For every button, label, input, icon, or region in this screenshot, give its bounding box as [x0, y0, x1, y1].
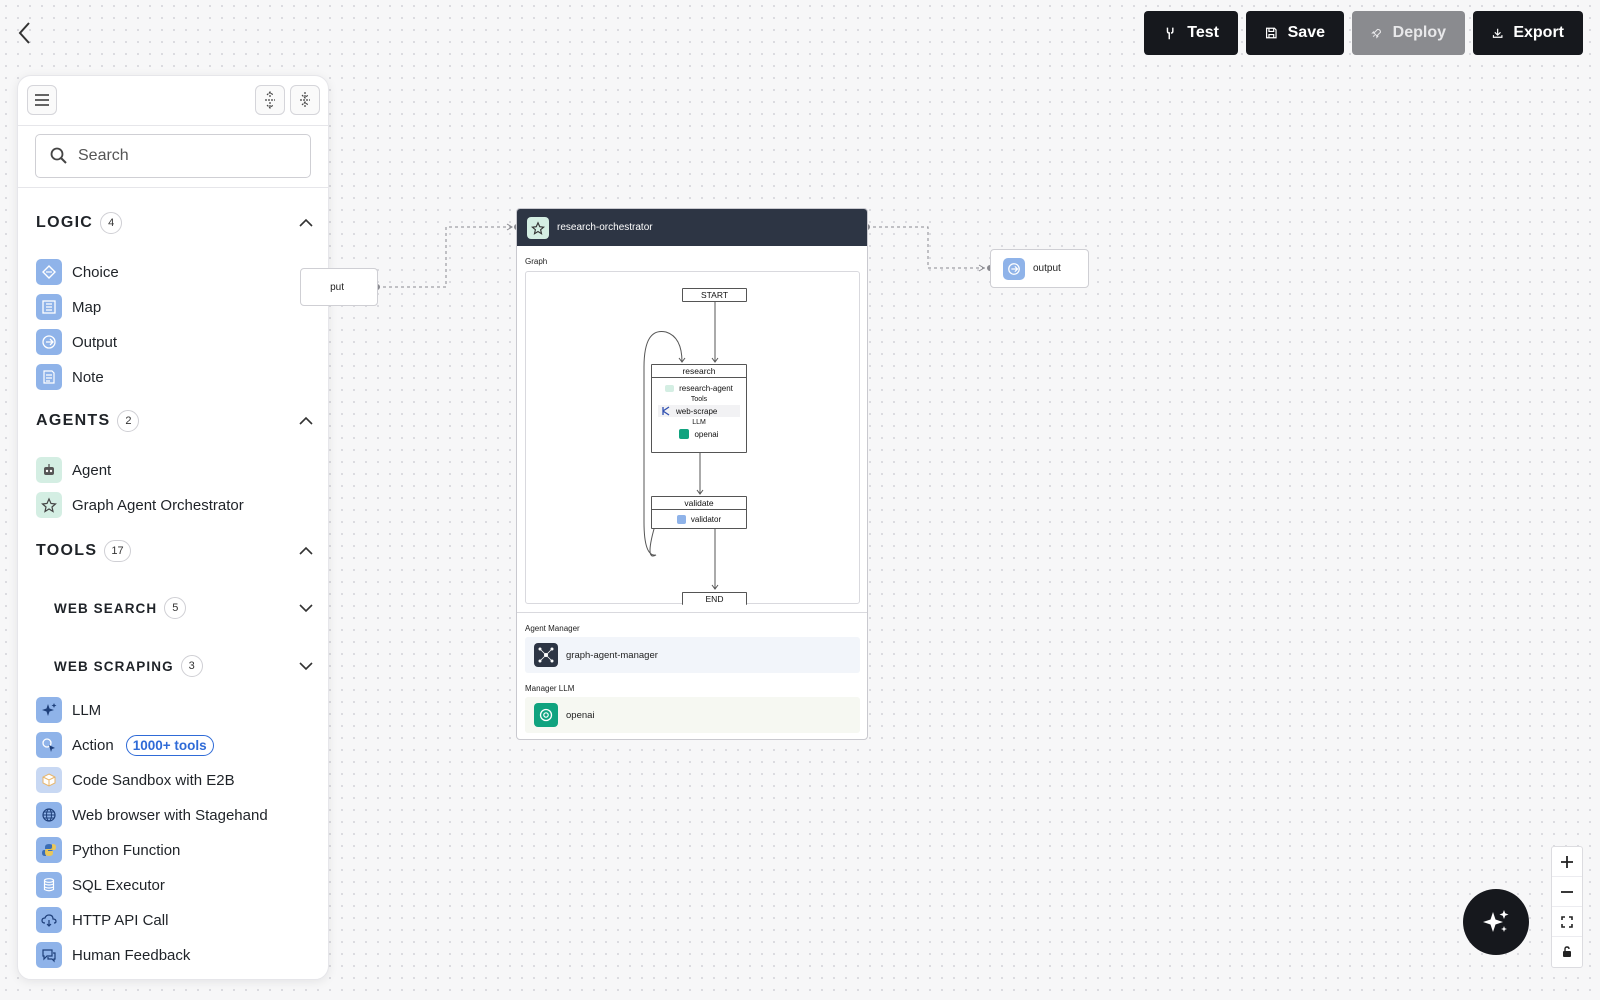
zoom-in-button[interactable]: [1552, 847, 1582, 877]
input-node[interactable]: put: [300, 268, 378, 306]
sparkle-icon: [1483, 910, 1509, 932]
python-icon: [676, 514, 686, 524]
orchestrator-node[interactable]: research-orchestrator Graph START resear…: [516, 208, 868, 740]
output-node[interactable]: output: [990, 249, 1089, 288]
lock-button[interactable]: [1552, 937, 1582, 967]
graph-node-research-title: research: [652, 365, 746, 378]
minus-icon: [1561, 890, 1573, 893]
graph-row-agent: research-agent: [652, 382, 746, 394]
graph-end-label: END: [705, 594, 724, 604]
graph-row-llm: openai: [652, 428, 746, 440]
graph-validate-agent: validator: [690, 514, 722, 524]
zoom-out-button[interactable]: [1552, 877, 1582, 907]
orchestrator-title: research-orchestrator: [557, 222, 653, 233]
graph-tools-label: Tools: [690, 396, 708, 403]
graph-node-research: research research-agent Tools web-scrape…: [651, 364, 747, 453]
robot-icon: [665, 384, 675, 392]
output-icon: [1003, 257, 1025, 280]
openai-icon: [679, 429, 690, 439]
manager-llm-name: openai: [566, 709, 595, 721]
openai-icon: [534, 703, 558, 727]
edge-input-to-orchestrator: [377, 226, 512, 288]
fit-view-button[interactable]: [1552, 907, 1582, 937]
divider: [517, 612, 867, 613]
graph-llm-label: LLM: [692, 419, 706, 426]
graph-network-icon: [534, 643, 558, 667]
manager-llm-label: Manager LLM: [525, 684, 575, 693]
output-node-label: output: [1033, 263, 1061, 274]
manager-llm-row[interactable]: openai: [525, 697, 860, 733]
graph-research-tool: web-scrape: [676, 406, 718, 416]
graph-row-validator: validator: [652, 513, 746, 525]
lock-icon: [1563, 946, 1571, 957]
graph-research-llm: openai: [694, 429, 719, 439]
graph-label: Graph: [525, 257, 548, 266]
zoom-controls: [1551, 846, 1583, 968]
agent-manager-label: Agent Manager: [525, 624, 580, 633]
agent-manager-name: graph-agent-manager: [566, 649, 658, 661]
orchestrator-header: research-orchestrator: [517, 209, 867, 246]
graph-node-validate-title: validate: [652, 497, 746, 510]
ai-assistant-button[interactable]: [1463, 889, 1529, 955]
graph-diagram: START research research-agent Tools web-…: [525, 271, 860, 605]
fullscreen-icon: [1561, 915, 1573, 928]
input-node-label: put: [330, 281, 344, 293]
scraper-icon: [662, 406, 670, 416]
graph-node-start: START: [682, 288, 747, 302]
edge-orchestrator-to-output: [867, 226, 988, 269]
plus-icon: [1561, 855, 1573, 868]
graph-row-tool: web-scrape: [658, 405, 740, 417]
edge-arrowhead: [978, 264, 985, 272]
graph-research-agent: research-agent: [679, 383, 733, 393]
graph-node-validate: validate validator: [651, 496, 747, 529]
graph-node-end: END: [682, 592, 747, 605]
graph-start-label: START: [700, 290, 729, 300]
agent-manager-row[interactable]: graph-agent-manager: [525, 637, 860, 673]
star-icon: [527, 216, 549, 239]
